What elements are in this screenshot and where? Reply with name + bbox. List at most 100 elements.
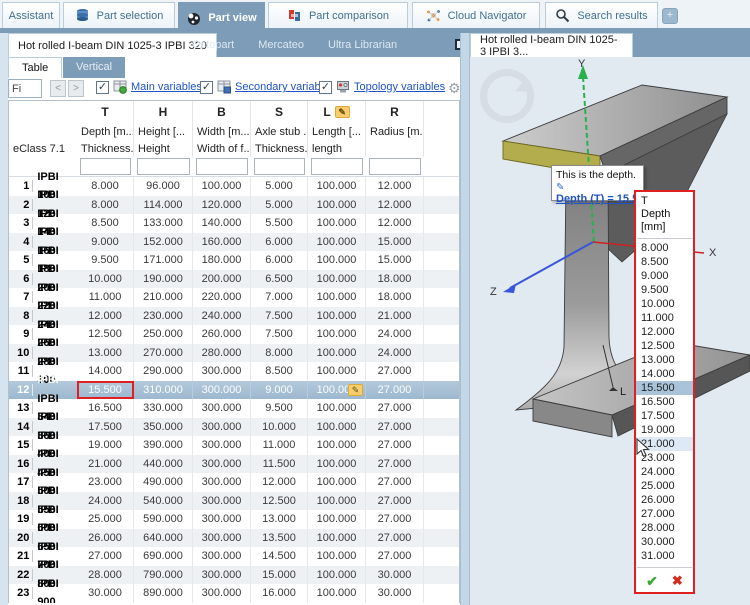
cell-R[interactable]: 15.000 [366, 251, 424, 270]
table-row-ipbi-450[interactable]: 16IPBI 45021.000440.000300.00011.500100.… [9, 455, 459, 474]
cell-T[interactable]: 9.500 [77, 251, 134, 270]
cell-T[interactable]: 28.000 [77, 566, 134, 585]
dropdown-item-16.500[interactable]: 16.500 [636, 395, 693, 409]
cell-S[interactable]: 5.000 [251, 196, 308, 215]
cell-R[interactable]: 27.000 [366, 510, 424, 529]
dropdown-item-19.000[interactable]: 19.000 [636, 423, 693, 437]
cell-R[interactable]: 18.000 [366, 270, 424, 289]
cell-S[interactable]: 15.000 [251, 566, 308, 585]
column-filter-input-S[interactable] [254, 158, 305, 175]
cell-L[interactable]: 100.000 [308, 584, 366, 603]
cell-L[interactable]: 100.000 [308, 455, 366, 474]
cell-B[interactable]: 300.000 [193, 473, 251, 492]
cell-R[interactable]: 30.000 [366, 566, 424, 585]
cell-H[interactable]: 270.000 [134, 344, 193, 363]
cell-S[interactable]: 6.500 [251, 270, 308, 289]
main-tab-search-results[interactable]: Search results [545, 2, 658, 28]
column-filter-input-H[interactable] [137, 158, 190, 175]
service-tab-ultra-librarian[interactable]: Ultra Librarian [316, 33, 409, 57]
table-row-ipbi-260[interactable]: 9IPBI 26012.500250.000260.0007.500100.00… [9, 325, 459, 344]
cell-R[interactable]: 27.000 [366, 399, 424, 418]
cell-L[interactable]: 100.000✎ [308, 381, 366, 400]
column-header-R[interactable]: R [366, 101, 424, 123]
cell-T[interactable]: 27.000 [77, 547, 134, 566]
variable-link[interactable]: Topology variables [354, 81, 445, 93]
cell-B[interactable]: 300.000 [193, 566, 251, 585]
cell-B[interactable]: 180.000 [193, 251, 251, 270]
cell-S[interactable]: 16.000 [251, 584, 308, 603]
cell-L[interactable]: 100.000 [308, 177, 366, 196]
cell-R[interactable]: 27.000 [366, 436, 424, 455]
cell-R[interactable]: 18.000 [366, 288, 424, 307]
cell-H[interactable]: 230.000 [134, 307, 193, 326]
cell-R[interactable]: 27.000 [366, 455, 424, 474]
cell-R[interactable]: 12.000 [366, 177, 424, 196]
cell-T[interactable]: 15.500 [77, 381, 134, 400]
cell-S[interactable]: 11.500 [251, 455, 308, 474]
cell-L[interactable]: 100.000 [308, 307, 366, 326]
cell-H[interactable]: 290.000 [134, 362, 193, 381]
cell-B[interactable]: 220.000 [193, 288, 251, 307]
cell-L[interactable]: 100.000 [308, 233, 366, 252]
cell-T[interactable]: 24.000 [77, 492, 134, 511]
cell-S[interactable]: 12.500 [251, 492, 308, 511]
cell-H[interactable]: 114.000 [134, 196, 193, 215]
cell-S[interactable]: 9.000 [251, 381, 308, 400]
checkbox[interactable]: ✓ [319, 81, 332, 94]
cell-H[interactable]: 490.000 [134, 473, 193, 492]
cell-T[interactable]: 16.500 [77, 399, 134, 418]
column-header-H[interactable]: H [134, 101, 193, 123]
editable-pencil-icon[interactable]: ✎ [348, 384, 363, 396]
table-row-ipbi-160[interactable]: 4IPBI 1609.000152.000160.0006.000100.000… [9, 233, 459, 252]
cell-T[interactable]: 12.000 [77, 307, 134, 326]
cell-L[interactable]: 100.000 [308, 399, 366, 418]
settings-gear-icon[interactable]: ⚙ [448, 80, 461, 97]
cell-B[interactable]: 300.000 [193, 547, 251, 566]
cell-L[interactable]: 100.000 [308, 473, 366, 492]
cell-S[interactable]: 14.500 [251, 547, 308, 566]
table-row-ipbi-360[interactable]: 14IPBI 36017.500350.000300.00010.000100.… [9, 418, 459, 437]
cell-H[interactable]: 350.000 [134, 418, 193, 437]
cell-L[interactable]: 100.000 [308, 436, 366, 455]
cell-B[interactable]: 300.000 [193, 381, 251, 400]
cell-S[interactable]: 13.500 [251, 529, 308, 548]
cell-L[interactable]: 100.000 [308, 196, 366, 215]
editable-pencil-icon[interactable]: ✎ [335, 106, 350, 118]
depth-value-dropdown[interactable]: T Depth [mm] 8.0008.5009.0009.50010.0001… [634, 190, 695, 594]
cell-H[interactable]: 890.000 [134, 584, 193, 603]
table-row-ipbi-100[interactable]: 1IPBI 1008.00096.000100.0005.000100.0001… [9, 177, 459, 196]
cell-R[interactable]: 12.000 [366, 196, 424, 215]
cell-T[interactable]: 12.500 [77, 325, 134, 344]
cell-T[interactable]: 30.000 [77, 584, 134, 603]
main-tab-part-selection[interactable]: Part selection [63, 2, 175, 28]
cell-H[interactable]: 540.000 [134, 492, 193, 511]
cell-R[interactable]: 27.000 [366, 362, 424, 381]
cell-T[interactable]: 8.500 [77, 214, 134, 233]
dropdown-item-8.500[interactable]: 8.500 [636, 255, 693, 269]
table-row-ipbi-200[interactable]: 6IPBI 20010.000190.000200.0006.500100.00… [9, 270, 459, 289]
main-tab-cloud-navigator[interactable]: Cloud Navigator [412, 2, 540, 28]
cell-B[interactable]: 160.000 [193, 233, 251, 252]
table-row-ipbi-550[interactable]: 18IPBI 55024.000540.000300.00012.500100.… [9, 492, 459, 511]
cell-L[interactable]: 100.000 [308, 270, 366, 289]
tab-table[interactable]: Table [8, 57, 62, 78]
tab-vertical[interactable]: Vertical [63, 57, 125, 78]
cell-B[interactable]: 300.000 [193, 399, 251, 418]
cell-T[interactable]: 8.000 [77, 177, 134, 196]
table-row-ipbi-340[interactable]: 13IPBI 34016.500330.000300.0009.500100.0… [9, 399, 459, 418]
cell-H[interactable]: 96.000 [134, 177, 193, 196]
cell-B[interactable]: 200.000 [193, 270, 251, 289]
cell-H[interactable]: 390.000 [134, 436, 193, 455]
service-tab-mercateo[interactable]: Mercateo [246, 33, 316, 57]
cell-S[interactable]: 5.500 [251, 214, 308, 233]
dropdown-item-13.000[interactable]: 13.000 [636, 353, 693, 367]
column-filter-input-B[interactable] [196, 158, 248, 175]
cell-T[interactable]: 19.000 [77, 436, 134, 455]
table-row-ipbi-280[interactable]: 10IPBI 28013.000270.000280.0008.000100.0… [9, 344, 459, 363]
cell-B[interactable]: 300.000 [193, 455, 251, 474]
cell-S[interactable]: 13.000 [251, 510, 308, 529]
table-row-ipbi-800[interactable]: 22IPBI 80028.000790.000300.00015.000100.… [9, 566, 459, 585]
column-header-L[interactable]: L✎ [308, 101, 366, 123]
cell-H[interactable]: 210.000 [134, 288, 193, 307]
table-row-ipbi-600[interactable]: 19IPBI 60025.000590.000300.00013.000100.… [9, 510, 459, 529]
